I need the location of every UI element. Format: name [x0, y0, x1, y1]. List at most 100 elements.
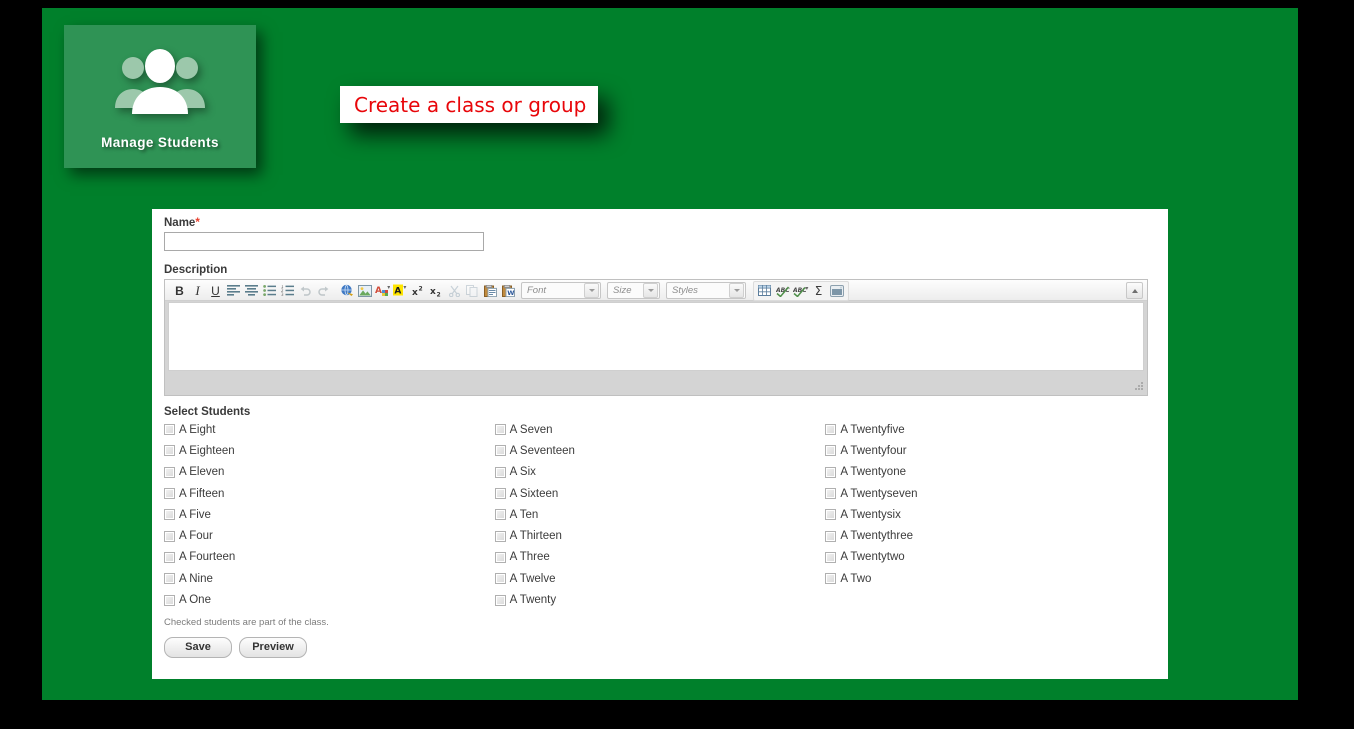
- link-icon[interactable]: [338, 282, 355, 299]
- text-color-icon[interactable]: A ▾: [374, 282, 391, 299]
- student-checkbox-row[interactable]: A Twentyone: [825, 462, 1156, 483]
- description-editor-body[interactable]: [168, 302, 1144, 371]
- chevron-down-icon: [643, 283, 658, 298]
- student-checkbox-row[interactable]: A Eleven: [164, 462, 495, 483]
- underline-icon[interactable]: U: [207, 282, 224, 299]
- people-group-icon: [64, 45, 256, 117]
- student-checkbox[interactable]: [494, 509, 506, 521]
- student-checkbox[interactable]: [494, 530, 506, 542]
- special-character-icon[interactable]: Σ: [810, 282, 827, 299]
- manage-students-tile[interactable]: Manage Students: [64, 25, 256, 168]
- student-checkbox[interactable]: [494, 573, 506, 585]
- student-checkbox-row[interactable]: A Seven: [494, 419, 826, 440]
- student-checkbox-label: A Ten: [509, 508, 539, 521]
- student-checkbox-label: A Sixteen: [509, 487, 559, 500]
- svg-text:3: 3: [281, 292, 284, 296]
- student-checkbox[interactable]: [825, 466, 837, 478]
- student-checkbox-row[interactable]: A Three: [494, 547, 826, 568]
- student-checkbox[interactable]: [164, 445, 175, 457]
- student-checkbox-label: A Six: [509, 466, 536, 479]
- image-icon[interactable]: [356, 282, 373, 299]
- student-checkbox[interactable]: [494, 445, 506, 457]
- highlight-color-icon[interactable]: A ▾: [392, 282, 409, 299]
- student-checkbox-row[interactable]: A Five: [164, 504, 495, 525]
- student-checkbox-row[interactable]: A Twenty: [494, 589, 826, 610]
- spellcheck-options-icon[interactable]: ABC ▾: [792, 282, 809, 299]
- student-checkbox[interactable]: [825, 445, 837, 457]
- student-checkbox-row[interactable]: A Four: [164, 525, 495, 546]
- student-checkbox-row[interactable]: A Twentyfive: [825, 419, 1156, 440]
- student-checkbox[interactable]: [494, 466, 506, 478]
- student-checkbox[interactable]: [494, 551, 506, 563]
- description-rich-text-editor[interactable]: B I U 1 2 3 A ▾ A ▾ x 2 x 2 W Font Size …: [164, 279, 1148, 396]
- student-checkbox[interactable]: [825, 488, 837, 500]
- numbered-list-icon[interactable]: 123: [279, 282, 296, 299]
- student-checkbox-row[interactable]: A Two: [825, 568, 1156, 589]
- student-checkbox-row[interactable]: A Twelve: [494, 568, 826, 589]
- save-button[interactable]: Save: [164, 636, 232, 658]
- student-checkbox-row[interactable]: A Seventeen: [494, 440, 826, 461]
- student-checkbox-row[interactable]: A Eighteen: [164, 440, 495, 461]
- spellcheck-icon[interactable]: ABC: [774, 282, 791, 299]
- student-checkbox-row[interactable]: A Six: [494, 462, 826, 483]
- student-checkbox[interactable]: [164, 488, 175, 500]
- student-checkbox-row[interactable]: A Twentysix: [825, 504, 1156, 525]
- student-checkbox-row[interactable]: A One: [164, 589, 495, 610]
- student-checkbox[interactable]: [164, 594, 175, 606]
- student-checkbox[interactable]: [164, 466, 175, 478]
- student-checkbox-row[interactable]: A Eight: [164, 419, 495, 440]
- align-center-icon[interactable]: [243, 282, 260, 299]
- font-family-select[interactable]: Font: [521, 282, 601, 299]
- paste-from-word-icon[interactable]: W: [500, 282, 517, 299]
- svg-text:▾: ▾: [387, 285, 390, 291]
- student-checkbox[interactable]: [825, 573, 837, 585]
- students-column-1: A Eight A Eighteen A Eleven A Fifteen A Five…: [164, 419, 495, 611]
- subscript-icon[interactable]: x2: [428, 282, 445, 299]
- styles-select[interactable]: Styles: [666, 282, 746, 299]
- student-checkbox[interactable]: [825, 551, 837, 563]
- student-checkbox[interactable]: [164, 551, 175, 563]
- student-checkbox-row[interactable]: A Twentythree: [825, 525, 1156, 546]
- student-checkbox-label: A Eight: [179, 423, 216, 436]
- student-checkbox[interactable]: [164, 573, 175, 585]
- font-size-select[interactable]: Size: [607, 282, 660, 299]
- bulleted-list-icon[interactable]: [261, 282, 278, 299]
- maximize-icon[interactable]: [828, 282, 845, 299]
- copy-icon[interactable]: [464, 282, 481, 299]
- student-checkbox-label: A One: [179, 594, 211, 607]
- collapse-toolbar-icon[interactable]: [1126, 282, 1143, 299]
- student-checkbox-row[interactable]: A Ten: [494, 504, 826, 525]
- student-checkbox-row[interactable]: A Fourteen: [164, 547, 495, 568]
- student-checkbox[interactable]: [164, 530, 175, 542]
- bold-icon[interactable]: B: [171, 282, 188, 299]
- student-checkbox[interactable]: [494, 488, 506, 500]
- student-checkbox[interactable]: [164, 509, 175, 521]
- superscript-icon[interactable]: x2: [410, 282, 427, 299]
- student-checkbox[interactable]: [825, 424, 837, 436]
- table-icon[interactable]: [756, 282, 773, 299]
- student-checkbox-row[interactable]: A Fifteen: [164, 483, 495, 504]
- student-checkbox-label: A Twentytwo: [840, 551, 905, 564]
- student-checkbox-row[interactable]: A Twentyseven: [825, 483, 1156, 504]
- redo-icon[interactable]: [315, 282, 332, 299]
- student-checkbox-row[interactable]: A Twentytwo: [825, 547, 1156, 568]
- student-checkbox-row[interactable]: A Nine: [164, 568, 495, 589]
- italic-icon[interactable]: I: [189, 282, 206, 299]
- preview-button[interactable]: Preview: [239, 636, 307, 658]
- undo-icon[interactable]: [297, 282, 314, 299]
- student-checkbox-label: A Nine: [179, 572, 213, 585]
- student-checkbox-row[interactable]: A Twentyfour: [825, 440, 1156, 461]
- student-checkbox-row[interactable]: A Sixteen: [494, 483, 826, 504]
- align-left-icon[interactable]: [225, 282, 242, 299]
- student-checkbox[interactable]: [825, 509, 837, 521]
- cut-icon[interactable]: [446, 282, 463, 299]
- student-checkbox-row[interactable]: A Thirteen: [494, 525, 826, 546]
- editor-resize-grip[interactable]: [1132, 381, 1144, 393]
- paste-icon[interactable]: [482, 282, 499, 299]
- student-checkbox[interactable]: [494, 424, 506, 436]
- student-checkbox-label: A Twentysix: [840, 508, 901, 521]
- student-checkbox[interactable]: [164, 424, 175, 436]
- name-input[interactable]: [164, 232, 484, 251]
- student-checkbox[interactable]: [825, 530, 837, 542]
- student-checkbox[interactable]: [494, 594, 506, 606]
